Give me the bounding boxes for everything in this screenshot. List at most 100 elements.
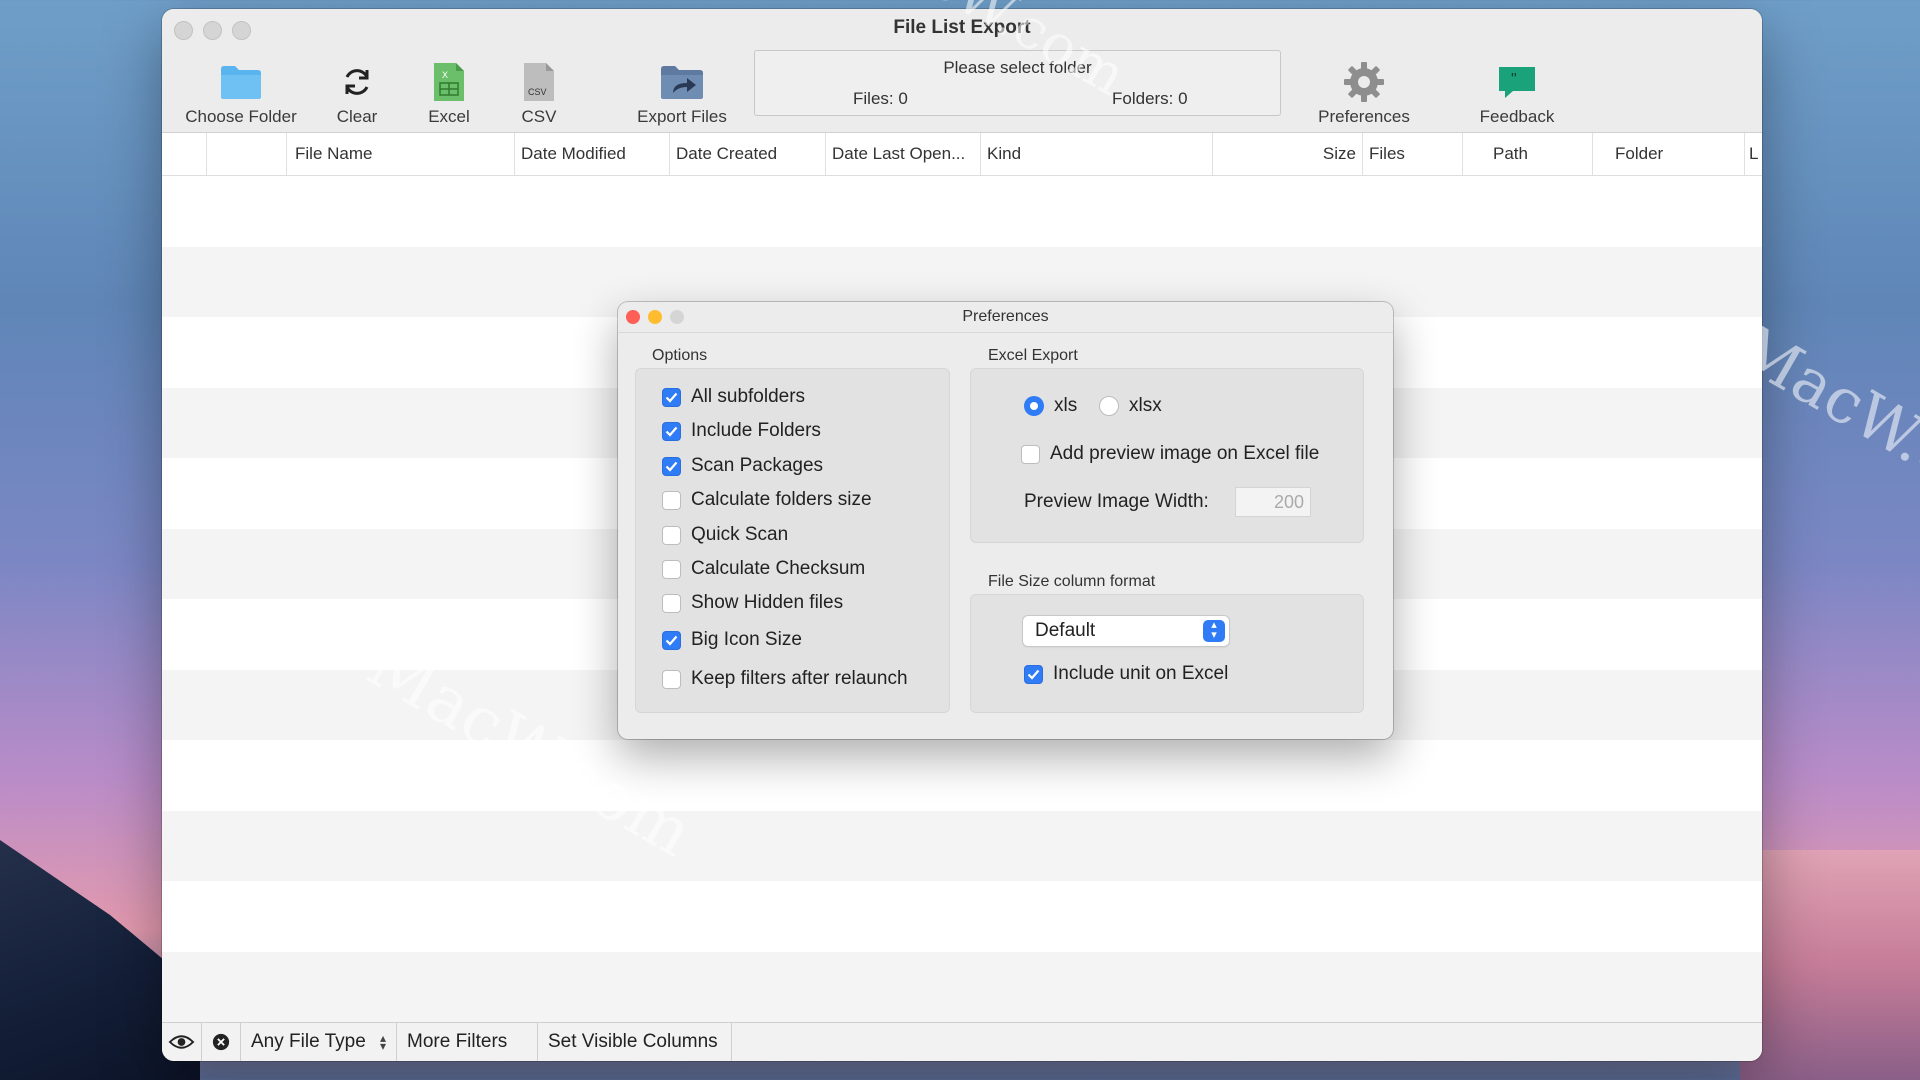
checkbox-box [662, 669, 681, 689]
csv-file-icon: CSV [522, 59, 556, 105]
background-sea [1740, 850, 1920, 1080]
preview-width-input[interactable]: 200 [1235, 487, 1311, 517]
export-files-button[interactable]: Export Files [622, 59, 742, 127]
checkbox-box [662, 559, 681, 579]
feedback-button[interactable]: " Feedback [1462, 59, 1572, 127]
include-unit-label: Include unit on Excel [1053, 663, 1229, 684]
set-visible-columns-button[interactable]: Set Visible Columns [538, 1023, 732, 1061]
eye-icon [168, 1035, 195, 1049]
column-header-icon[interactable] [162, 133, 206, 175]
option-label: Scan Packages [691, 455, 824, 476]
svg-text:X: X [442, 70, 448, 80]
toggle-preview-button[interactable] [162, 1023, 202, 1061]
quick-scan-checkbox[interactable]: Quick Scan [662, 524, 788, 546]
option-label: Quick Scan [691, 524, 789, 545]
add-preview-label: Add preview image on Excel file [1050, 443, 1320, 464]
radio-selected-icon [1024, 396, 1044, 416]
checkmark-icon [662, 387, 681, 407]
scan-packages-checkbox[interactable]: Scan Packages [662, 455, 823, 477]
refresh-icon [340, 59, 374, 105]
more-filters-button[interactable]: More Filters [397, 1023, 538, 1061]
table-row[interactable] [162, 810, 1762, 881]
column-header-files[interactable]: Files [1362, 133, 1462, 175]
folders-count: Folders: 0 [1112, 89, 1188, 108]
big-icon-size-checkbox[interactable]: Big Icon Size [662, 629, 802, 651]
checkbox-box [662, 490, 681, 510]
file-size-format-group [970, 594, 1364, 713]
excel-export-group-title: Excel Export [988, 347, 1078, 364]
column-header-size[interactable]: Size [1212, 133, 1362, 175]
checkmark-icon [662, 421, 681, 441]
status-message: Please select folder [943, 58, 1092, 77]
export-folder-icon [659, 59, 705, 105]
xlsx-radio[interactable]: xlsx [1099, 395, 1162, 417]
include-folders-checkbox[interactable]: Include Folders [662, 420, 821, 442]
option-label: Keep filters after relaunch [691, 668, 908, 689]
table-row[interactable] [162, 951, 1762, 1022]
folder-icon [219, 59, 263, 105]
xls-label: xls [1054, 395, 1078, 416]
preferences-titlebar: Preferences [618, 302, 1393, 333]
column-header-folder[interactable]: Folder [1592, 133, 1722, 175]
option-label: Calculate Checksum [691, 558, 866, 579]
feedback-label: Feedback [1479, 107, 1555, 126]
svg-text:CSV: CSV [528, 87, 547, 97]
close-circle-icon [212, 1033, 230, 1051]
calculate-folders-size-checkbox[interactable]: Calculate folders size [662, 489, 872, 511]
toolbar: File List Export Choose Folder Clear X E… [162, 9, 1762, 133]
excel-file-icon: X [432, 59, 466, 105]
file-type-label: Any File Type [251, 1031, 366, 1052]
svg-text:": " [1511, 71, 1517, 88]
radio-unselected-icon [1099, 396, 1119, 416]
xls-radio[interactable]: xls [1024, 395, 1077, 417]
preferences-label: Preferences [1318, 107, 1410, 126]
table-header: File Name Date Modified Date Created Dat… [162, 133, 1762, 176]
include-unit-checkbox[interactable]: Include unit on Excel [1024, 663, 1228, 685]
table-row[interactable] [162, 176, 1762, 247]
file-size-format-title: File Size column format [988, 573, 1156, 590]
option-label: Calculate folders size [691, 489, 872, 510]
option-label: Show Hidden files [691, 592, 844, 613]
column-header-kind[interactable]: Kind [980, 133, 1212, 175]
checkmark-icon [662, 456, 681, 476]
column-header-date-last-opened[interactable]: Date Last Open... [825, 133, 980, 175]
option-label: Big Icon Size [691, 629, 802, 650]
bottom-bar: Any File Type ▴ ▾ More Filters Set Visibl… [162, 1022, 1762, 1061]
column-header-blank[interactable] [206, 133, 286, 175]
checkbox-box [1021, 444, 1040, 464]
column-header-date-modified[interactable]: Date Modified [514, 133, 669, 175]
updown-chevron-icon: ▴ ▾ [379, 1031, 386, 1053]
file-size-format-select[interactable]: Default ▴ ▾ [1023, 616, 1229, 646]
table-row[interactable] [162, 740, 1762, 811]
clear-filter-button[interactable] [202, 1023, 241, 1061]
gear-icon [1342, 59, 1386, 105]
column-header-file-name[interactable]: File Name [286, 133, 514, 175]
status-panel: Please select folder Files: 0 Folders: 0 [754, 50, 1281, 116]
column-header-date-created[interactable]: Date Created [669, 133, 825, 175]
column-header-more[interactable]: L [1744, 133, 1762, 175]
clear-label: Clear [336, 107, 378, 126]
xlsx-label: xlsx [1129, 395, 1162, 416]
clear-button[interactable]: Clear [322, 59, 392, 127]
feedback-icon: " [1497, 59, 1537, 105]
show-hidden-files-checkbox[interactable]: Show Hidden files [662, 592, 843, 614]
checkbox-box [662, 593, 681, 613]
csv-button[interactable]: CSV CSV [504, 59, 574, 127]
table-row[interactable] [162, 881, 1762, 952]
options-group-title: Options [652, 347, 708, 364]
excel-label: Excel [428, 107, 470, 126]
window-title: File List Export [893, 17, 1031, 38]
keep-filters-checkbox[interactable]: Keep filters after relaunch [662, 668, 908, 690]
choose-folder-button[interactable]: Choose Folder [181, 59, 301, 127]
column-header-path[interactable]: Path [1462, 133, 1592, 175]
option-label: All subfolders [691, 386, 806, 407]
calculate-checksum-checkbox[interactable]: Calculate Checksum [662, 558, 865, 580]
checkmark-icon [1024, 664, 1043, 684]
checkmark-icon [662, 630, 681, 650]
excel-button[interactable]: X Excel [414, 59, 484, 127]
preferences-button[interactable]: Preferences [1309, 59, 1419, 127]
add-preview-checkbox[interactable]: Add preview image on Excel file [1021, 443, 1319, 465]
preview-width-text: Preview Image Width: [1024, 491, 1209, 512]
all-subfolders-checkbox[interactable]: All subfolders [662, 386, 805, 408]
file-type-select[interactable]: Any File Type ▴ ▾ [241, 1023, 397, 1061]
